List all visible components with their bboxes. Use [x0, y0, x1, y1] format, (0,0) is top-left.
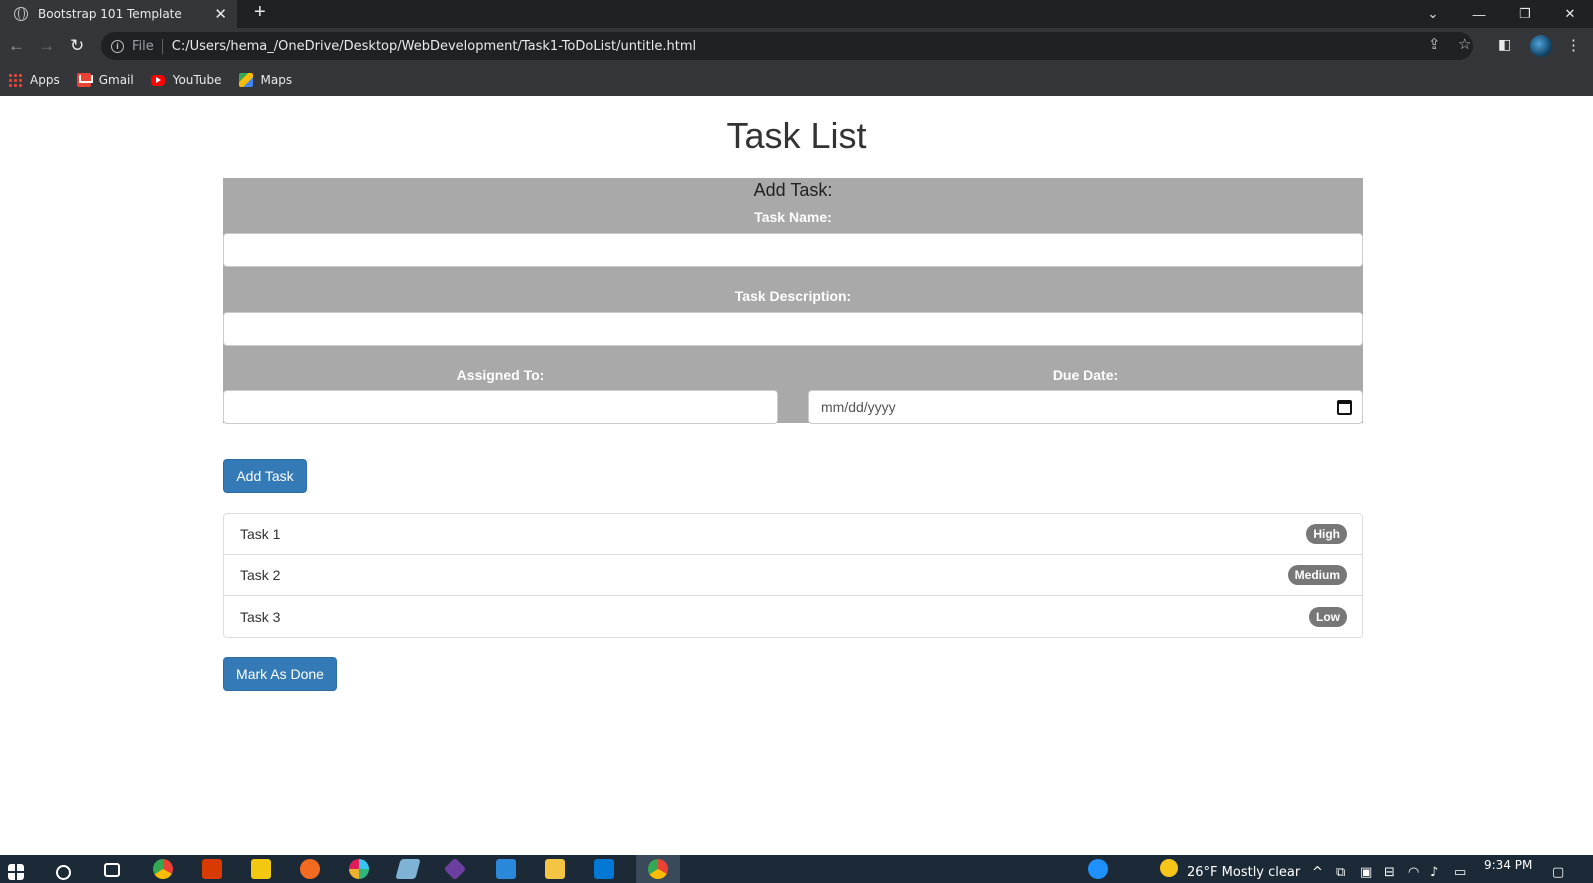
- task-name-label: Task Name:: [754, 209, 832, 225]
- chrome-icon[interactable]: [648, 859, 668, 879]
- slack-icon[interactable]: [349, 859, 369, 879]
- bookmark-label: Maps: [260, 73, 293, 87]
- add-task-button[interactable]: Add Task: [223, 459, 307, 493]
- weather-moon-icon: [1160, 859, 1178, 877]
- due-date-placeholder: mm/dd/yyyy: [821, 399, 896, 415]
- address-scheme: File: [132, 38, 163, 54]
- bookmark-label: Gmail: [98, 73, 134, 87]
- forward-arrow-icon[interactable]: →: [38, 36, 55, 56]
- search-circle-icon[interactable]: [56, 865, 71, 880]
- volume-icon[interactable]: ♪: [1430, 865, 1438, 880]
- add-task-heading: Add Task:: [753, 180, 833, 200]
- reload-icon[interactable]: ↻: [70, 36, 84, 56]
- task-description-input[interactable]: [223, 312, 1363, 346]
- info-icon[interactable]: i: [111, 39, 124, 53]
- minimize-icon[interactable]: —: [1456, 0, 1502, 28]
- weather-text[interactable]: 26°F Mostly clear: [1187, 865, 1300, 880]
- tab-title: Bootstrap 101 Template: [38, 7, 182, 21]
- address-url[interactable]: C:/Users/hema_/OneDrive/Desktop/WebDevel…: [172, 39, 696, 54]
- profile-avatar[interactable]: [1530, 35, 1552, 57]
- menu-kebab-icon[interactable]: ⋮: [1566, 36, 1581, 54]
- share-icon[interactable]: ⇪: [1428, 35, 1441, 53]
- notes-icon[interactable]: [395, 859, 421, 879]
- mark-as-done-button[interactable]: Mark As Done: [223, 657, 337, 691]
- maps-icon: [238, 73, 253, 87]
- task-name-input[interactable]: [223, 233, 1363, 267]
- notifications-icon[interactable]: ▢: [1552, 865, 1564, 880]
- chrome-icon[interactable]: [153, 859, 173, 879]
- vscode-icon[interactable]: [594, 859, 614, 879]
- gmail-icon: [76, 73, 91, 87]
- bookmark-label: YouTube: [172, 73, 222, 87]
- bookmark-maps[interactable]: Maps: [238, 73, 293, 87]
- apps-grid-icon: [8, 73, 22, 87]
- bookmark-star-icon[interactable]: ☆: [1458, 35, 1471, 53]
- add-task-form: Add Task: Task Name: Task Description: A…: [223, 178, 1363, 424]
- calendar-icon[interactable]: [1337, 400, 1352, 415]
- close-tab-icon[interactable]: ✕: [214, 5, 227, 23]
- postman-icon[interactable]: [300, 859, 320, 879]
- bookmark-youtube[interactable]: YouTube: [150, 73, 222, 87]
- task-description-label: Task Description:: [734, 288, 852, 304]
- tray-icon[interactable]: ⧉: [1336, 865, 1345, 880]
- youtube-icon: [150, 74, 165, 86]
- assigned-to-input[interactable]: [223, 390, 778, 424]
- task-list-item[interactable]: Task 2 Medium: [224, 555, 1362, 596]
- tab-search-chevron-icon[interactable]: ⌄: [1410, 0, 1456, 28]
- battery-icon[interactable]: ▭: [1454, 865, 1466, 880]
- app-icon[interactable]: [251, 859, 271, 879]
- tray-icon[interactable]: ▣: [1360, 865, 1372, 880]
- due-date-label: Due Date:: [1052, 367, 1119, 383]
- git-app-icon[interactable]: [443, 857, 467, 881]
- file-explorer-icon[interactable]: [545, 859, 565, 879]
- browser-tab-bar: Bootstrap 101 Template ✕ + ⌄ — ❐ ✕: [0, 0, 1593, 28]
- bookmarks-bar: Apps Gmail YouTube Maps: [0, 64, 1593, 96]
- globe-icon: [14, 7, 28, 21]
- priority-badge: Medium: [1287, 565, 1347, 585]
- page-title: Task List: [726, 115, 867, 156]
- task-view-icon[interactable]: [104, 863, 120, 877]
- browser-toolbar: ← → ↻ i File C:/Users/hema_/OneDrive/Des…: [0, 28, 1593, 64]
- assigned-to-label: Assigned To:: [456, 367, 545, 383]
- task-list-item[interactable]: Task 3 Low: [224, 596, 1362, 637]
- window-close-icon[interactable]: ✕: [1547, 0, 1593, 28]
- task-name: Task 2: [240, 567, 281, 583]
- bookmark-gmail[interactable]: Gmail: [76, 73, 134, 87]
- restore-icon[interactable]: ❐: [1502, 0, 1548, 28]
- outlook-icon[interactable]: [496, 859, 516, 879]
- wifi-icon[interactable]: ◠: [1408, 865, 1419, 880]
- office-icon[interactable]: [202, 859, 222, 879]
- system-tray-chevron-icon[interactable]: ^: [1312, 865, 1323, 880]
- windows-taskbar: 26°F Mostly clear ^ ⧉ ▣ ⊟ ◠ ♪ ▭ 9:34 PM …: [0, 855, 1593, 883]
- task-name: Task 3: [240, 608, 281, 625]
- address-bar[interactable]: i File C:/Users/hema_/OneDrive/Desktop/W…: [101, 32, 1473, 60]
- priority-badge: High: [1306, 524, 1347, 544]
- task-list-item[interactable]: Task 1 High: [224, 514, 1362, 555]
- help-icon[interactable]: [1088, 859, 1108, 879]
- tray-icon[interactable]: ⊟: [1384, 865, 1395, 880]
- bookmark-apps[interactable]: Apps: [8, 73, 60, 87]
- side-panel-icon[interactable]: ◧: [1498, 36, 1511, 53]
- browser-tab[interactable]: Bootstrap 101 Template ✕: [0, 0, 237, 28]
- task-name: Task 1: [240, 526, 281, 542]
- priority-badge: Low: [1309, 606, 1347, 627]
- new-tab-icon[interactable]: +: [254, 1, 266, 24]
- back-arrow-icon[interactable]: ←: [8, 36, 25, 56]
- windows-start-icon[interactable]: [8, 864, 24, 880]
- clock-time[interactable]: 9:34 PM: [1484, 858, 1532, 872]
- due-date-input[interactable]: mm/dd/yyyy: [808, 390, 1363, 424]
- bookmark-label: Apps: [30, 73, 60, 87]
- task-list: Task 1 High Task 2 Medium Task 3 Low: [223, 513, 1363, 638]
